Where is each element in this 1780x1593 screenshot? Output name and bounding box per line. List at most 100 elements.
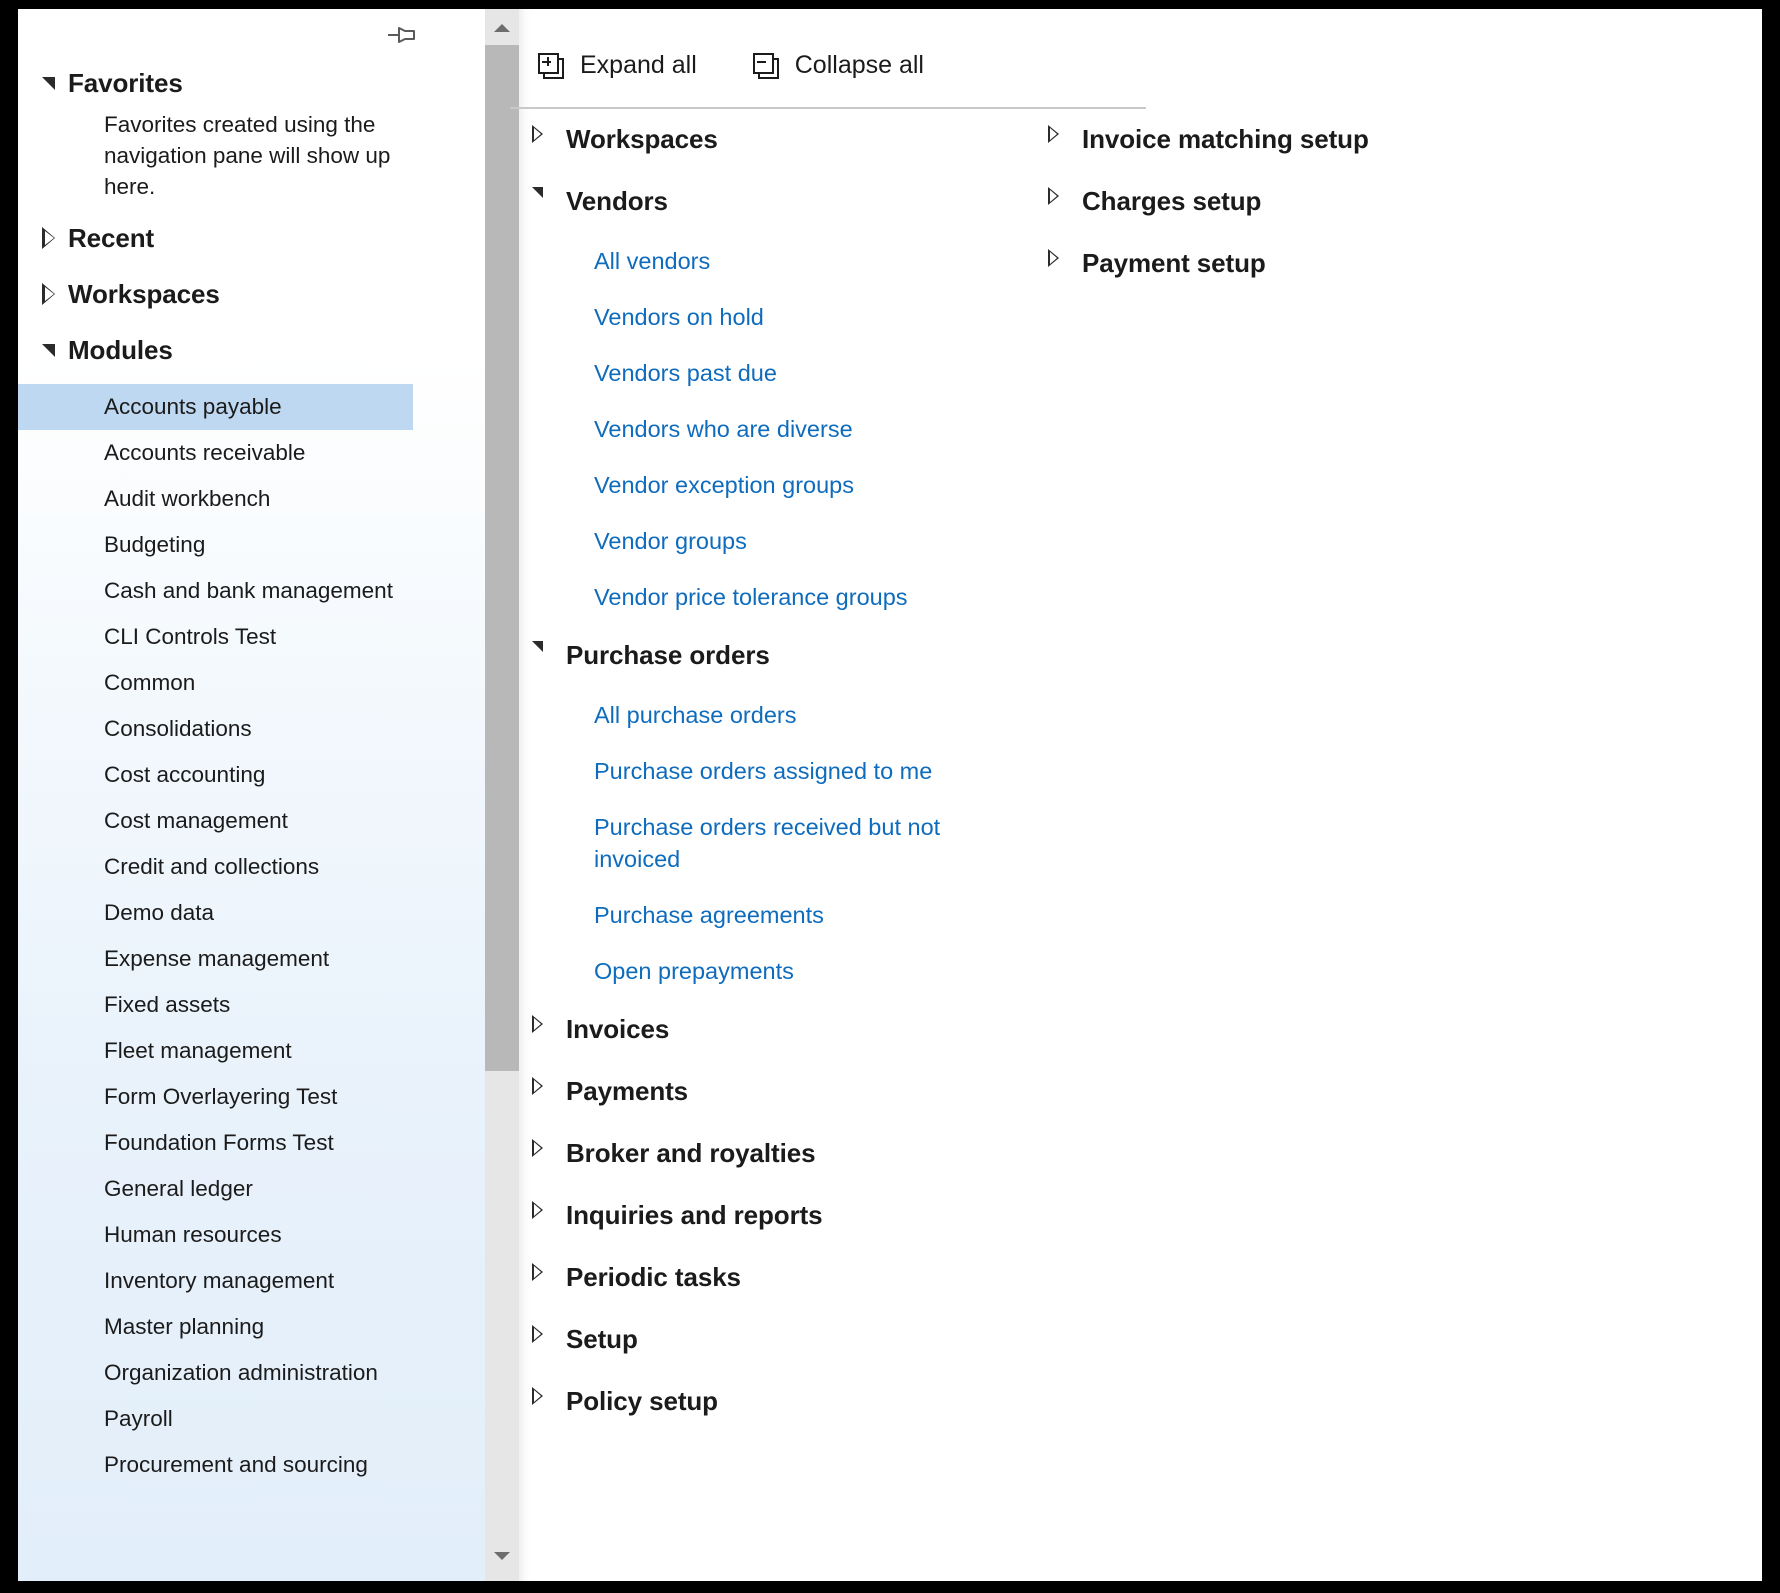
tree-leaf-link[interactable]: Vendor price tolerance groups: [532, 581, 994, 613]
tree-node-label: Inquiries and reports: [566, 1200, 823, 1230]
tree-column-right: Invoice matching setup Charges setup Payme…: [1048, 121, 1568, 307]
navigation-pane: Favorites Favorites created using the na…: [18, 9, 485, 1581]
module-list-item[interactable]: Master planning: [18, 1304, 485, 1350]
module-list-item[interactable]: Credit and collections: [18, 844, 485, 890]
nav-group-label: Workspaces: [68, 278, 220, 309]
tree-node[interactable]: Inquiries and reports: [532, 1197, 1052, 1233]
tree-leaf-link[interactable]: All vendors: [532, 245, 994, 277]
nav-group-label: Modules: [68, 334, 173, 365]
module-list-item[interactable]: Inventory management: [18, 1258, 485, 1304]
tree-node-label: Vendors: [566, 186, 668, 216]
tree-node-label: Payment setup: [1082, 248, 1266, 278]
pane-divider: [519, 9, 532, 1581]
pin-icon[interactable]: [387, 21, 421, 49]
tree-column-left: Workspaces Vendors All vendors Vendors on h…: [532, 121, 1052, 1445]
tree-node-label: Purchase orders: [566, 640, 770, 670]
module-list-item[interactable]: CLI Controls Test: [18, 614, 485, 660]
triangle-down-icon: [532, 637, 566, 652]
tree-node-label: Workspaces: [566, 124, 718, 154]
modules-list: Accounts payable Accounts receivable Audit…: [18, 384, 485, 1488]
tree-leaf-link[interactable]: Purchase orders assigned to me: [532, 755, 994, 787]
module-list-item[interactable]: Expense management: [18, 936, 485, 982]
favorites-empty-note: Favorites created using the navigation p…: [104, 112, 391, 199]
tree-leaf-link[interactable]: Open prepayments: [532, 955, 994, 987]
module-list-item[interactable]: Audit workbench: [18, 476, 485, 522]
tree-leaf-link[interactable]: Vendor exception groups: [532, 469, 994, 501]
tree-node[interactable]: Broker and royalties: [532, 1135, 1052, 1171]
module-list-item[interactable]: General ledger: [18, 1166, 485, 1212]
toolbar-divider: [510, 107, 1146, 109]
tree-node[interactable]: Payments: [532, 1073, 1052, 1109]
tree-leaf-link[interactable]: Purchase orders received but not invoice…: [532, 811, 994, 875]
tree-node[interactable]: Setup: [532, 1321, 1052, 1357]
nav-group-favorites[interactable]: Favorites: [18, 61, 485, 105]
triangle-down-icon: [42, 343, 68, 357]
tree-leaf-link[interactable]: All purchase orders: [532, 699, 994, 731]
tree-node[interactable]: Vendors: [532, 183, 1052, 219]
module-list-item[interactable]: Accounts receivable: [18, 430, 485, 476]
tree-node[interactable]: Periodic tasks: [532, 1259, 1052, 1295]
module-list-item[interactable]: Human resources: [18, 1212, 485, 1258]
triangle-right-icon: [1048, 121, 1082, 143]
tree-leaf-link[interactable]: Purchase agreements: [532, 899, 994, 931]
nav-group-modules[interactable]: Modules: [18, 328, 485, 372]
chevron-down-icon[interactable]: [485, 1539, 519, 1573]
tree-node[interactable]: Charges setup: [1048, 183, 1568, 219]
module-list-item[interactable]: Cost accounting: [18, 752, 485, 798]
triangle-right-icon: [532, 1073, 566, 1095]
tree-leaf-link[interactable]: Vendor groups: [532, 525, 994, 557]
module-list-item[interactable]: Organization administration: [18, 1350, 485, 1396]
triangle-down-icon: [532, 183, 566, 198]
tree-leaf-link[interactable]: Vendors who are diverse: [532, 413, 994, 445]
collapse-all-label: Collapse all: [794, 51, 924, 79]
module-list-item[interactable]: Cash and bank management: [18, 568, 485, 614]
collapse-all-icon: [752, 52, 779, 79]
triangle-right-icon: [532, 1011, 566, 1033]
nav-group-workspaces[interactable]: Workspaces: [18, 272, 485, 316]
triangle-right-icon: [532, 1135, 566, 1157]
tree-node[interactable]: Purchase orders: [532, 637, 1052, 673]
expand-all-icon: [538, 52, 564, 79]
nav-group-label: Favorites: [68, 67, 183, 98]
triangle-right-icon: [532, 1383, 566, 1405]
tree-leaf-link[interactable]: Vendors on hold: [532, 301, 994, 333]
tree-node-label: Broker and royalties: [566, 1138, 816, 1168]
tree-node-label: Periodic tasks: [566, 1262, 741, 1292]
triangle-right-icon: [42, 283, 68, 305]
module-list-item[interactable]: Demo data: [18, 890, 485, 936]
module-list-item[interactable]: Payroll: [18, 1396, 485, 1442]
tree-node[interactable]: Workspaces: [532, 121, 1052, 157]
module-list-item[interactable]: Foundation Forms Test: [18, 1120, 485, 1166]
triangle-right-icon: [532, 1321, 566, 1343]
expand-all-button[interactable]: Expand all: [532, 47, 703, 84]
module-list-item[interactable]: Accounts payable: [18, 384, 413, 430]
tree-node[interactable]: Policy setup: [532, 1383, 1052, 1419]
triangle-right-icon: [532, 121, 566, 143]
module-content: Expand all Collapse all Workspaces Vendor…: [510, 9, 1762, 1581]
tree-node[interactable]: Invoices: [532, 1011, 1052, 1047]
module-list-item[interactable]: Common: [18, 660, 485, 706]
module-list-item[interactable]: Procurement and sourcing: [18, 1442, 485, 1488]
triangle-right-icon: [1048, 183, 1082, 205]
nav-group-recent[interactable]: Recent: [18, 216, 485, 260]
navigation-pane-scrollbar[interactable]: [485, 9, 519, 1581]
module-list-item[interactable]: Form Overlayering Test: [18, 1074, 485, 1120]
module-list-item[interactable]: Consolidations: [18, 706, 485, 752]
tree-node-label: Payments: [566, 1076, 689, 1106]
tree-node-label: Invoices: [566, 1014, 670, 1044]
collapse-all-button[interactable]: Collapse all: [747, 47, 930, 84]
module-list-item[interactable]: Budgeting: [18, 522, 485, 568]
module-list-item[interactable]: Fleet management: [18, 1028, 485, 1074]
app-window: Favorites Favorites created using the na…: [18, 9, 1762, 1581]
triangle-right-icon: [532, 1259, 566, 1281]
module-list-item[interactable]: Cost management: [18, 798, 485, 844]
scrollbar-thumb[interactable]: [485, 45, 519, 1071]
tree-node[interactable]: Invoice matching setup: [1048, 121, 1568, 157]
chevron-up-icon[interactable]: [485, 11, 519, 45]
tree-node[interactable]: Payment setup: [1048, 245, 1568, 281]
module-list-item[interactable]: Fixed assets: [18, 982, 485, 1028]
triangle-down-icon: [42, 76, 68, 90]
triangle-right-icon: [1048, 245, 1082, 267]
tree-node-label: Charges setup: [1082, 186, 1262, 216]
tree-leaf-link[interactable]: Vendors past due: [532, 357, 994, 389]
